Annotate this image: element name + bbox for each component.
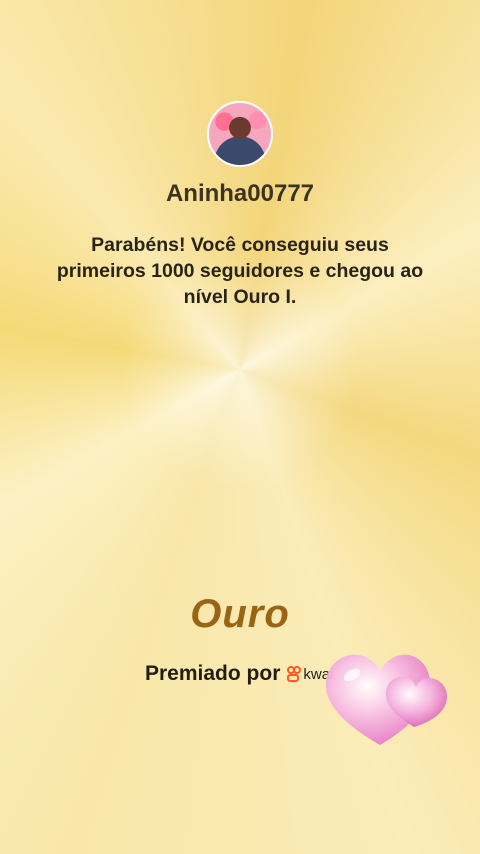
award-row: Premiado por kwai bbox=[145, 662, 333, 686]
pink-hearts-icon bbox=[325, 654, 448, 745]
achievement-screen: Aninha00777 Parabéns! Você conseguiu seu… bbox=[0, 0, 480, 854]
congratulation-message: Parabéns! Você conseguiu seus primeiros … bbox=[56, 234, 424, 308]
tier-label: Ouro bbox=[190, 592, 290, 636]
avatar bbox=[207, 101, 273, 167]
kwai-logo-icon bbox=[287, 666, 302, 682]
award-label: Premiado por bbox=[145, 662, 281, 685]
username: Aninha00777 bbox=[165, 180, 315, 207]
